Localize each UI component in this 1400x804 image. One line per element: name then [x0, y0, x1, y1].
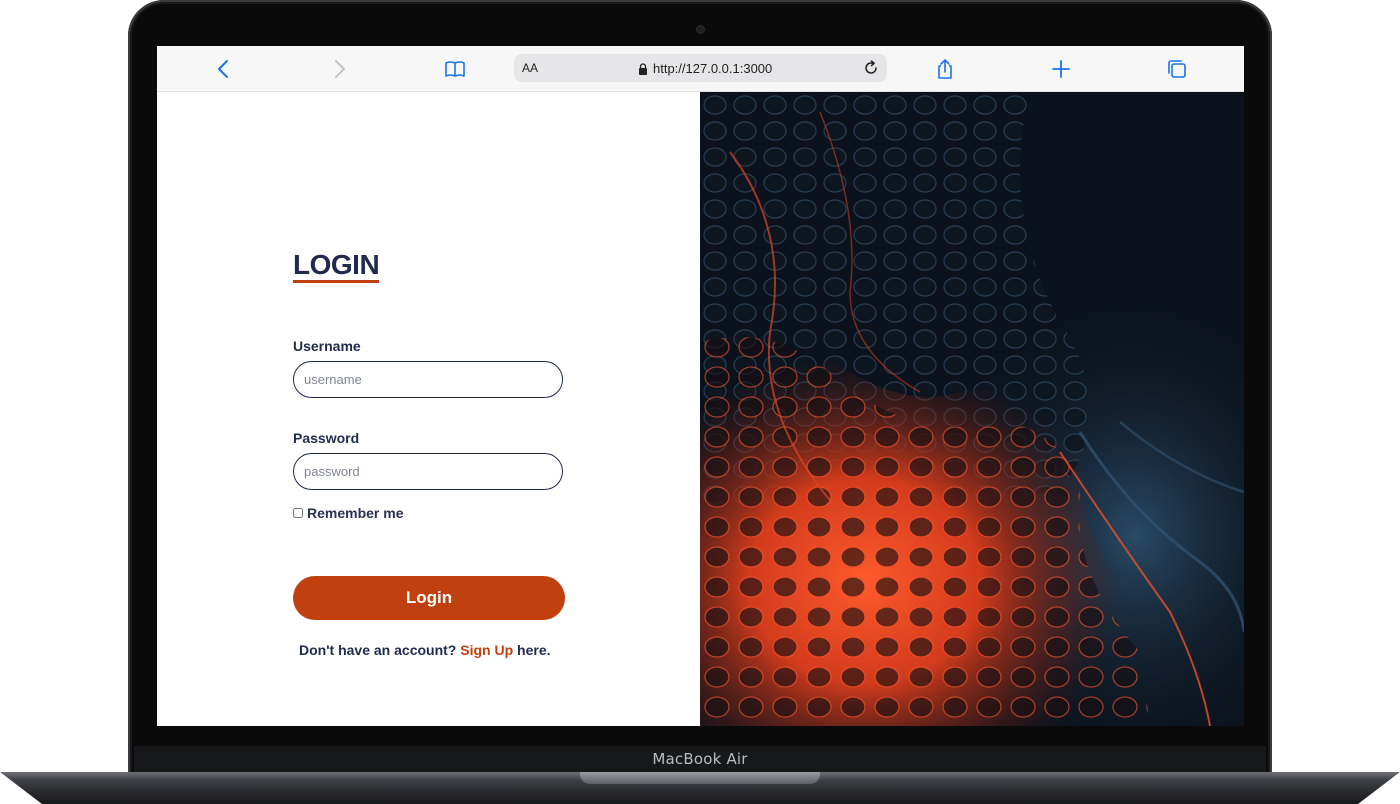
address-bar[interactable]: AA http://127.0.0.1:3000	[514, 54, 887, 82]
lock-icon	[639, 62, 647, 75]
reader-mode-button[interactable]: AA	[522, 61, 538, 75]
login-button[interactable]: Login	[293, 576, 565, 620]
reload-icon[interactable]	[861, 58, 881, 78]
remember-me-label: Remember me	[307, 505, 404, 521]
laptop-chin: MacBook Air	[134, 746, 1266, 774]
signup-suffix: here.	[513, 642, 551, 658]
tabs-icon[interactable]	[1165, 57, 1189, 81]
username-input[interactable]	[293, 361, 563, 398]
signup-prompt: Don't have an account? Sign Up here.	[299, 642, 551, 658]
password-label: Password	[293, 430, 360, 446]
share-icon[interactable]	[933, 57, 957, 81]
chevron-right-icon[interactable]	[327, 57, 351, 81]
url-display[interactable]: http://127.0.0.1:3000	[638, 61, 772, 76]
remember-me-checkbox[interactable]	[293, 508, 303, 518]
screen: AA http://127.0.0.1:3000 LOGIN Username …	[157, 46, 1244, 726]
browser-toolbar: AA http://127.0.0.1:3000	[157, 46, 1244, 92]
hero-image	[700, 92, 1244, 726]
url-text: http://127.0.0.1:3000	[653, 61, 773, 76]
title-underline	[293, 280, 379, 283]
signup-prefix: Don't have an account?	[299, 642, 461, 658]
remember-me[interactable]: Remember me	[293, 505, 404, 521]
plus-icon[interactable]	[1049, 57, 1073, 81]
page-title: LOGIN	[293, 249, 380, 280]
fluid-art-image	[700, 92, 1244, 726]
camera-icon	[697, 26, 704, 33]
signup-link[interactable]: Sign Up	[460, 642, 513, 658]
chevron-left-icon[interactable]	[212, 57, 236, 81]
login-panel: LOGIN Username Password Remember me Logi…	[157, 92, 700, 726]
password-input[interactable]	[293, 453, 563, 490]
username-label: Username	[293, 338, 361, 354]
device-label: MacBook Air	[652, 750, 748, 768]
laptop-notch	[580, 772, 820, 784]
book-icon[interactable]	[443, 57, 467, 81]
